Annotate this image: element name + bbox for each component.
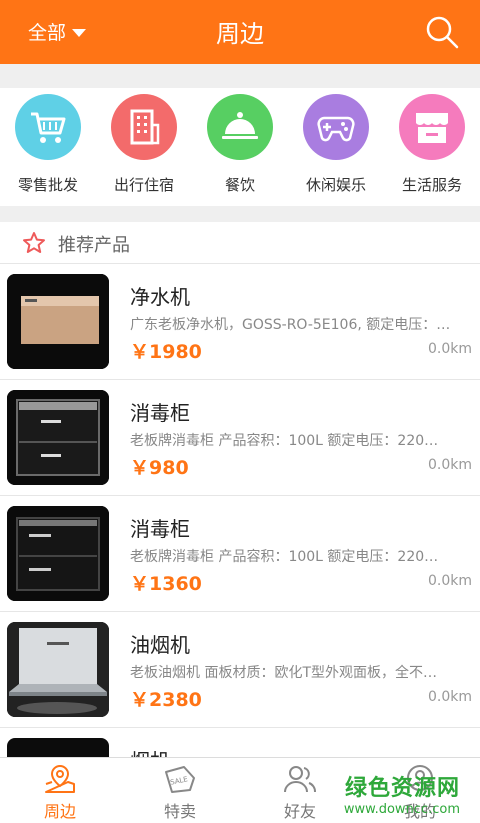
tab-sale[interactable]: SALE 特卖 <box>120 758 240 823</box>
product-list: 净水机 广东老板净水机，GOSS-RO-5E106, 额定电压：… ￥1980 … <box>0 264 480 757</box>
product-image-range-hood <box>7 622 109 717</box>
product-image-disinfection-cabinet <box>7 390 109 485</box>
product-name: 净水机 <box>130 285 190 309</box>
product-name: 消毒柜 <box>130 517 190 541</box>
tab-label: 周边 <box>43 802 76 821</box>
category-label: 零售批发 <box>17 176 78 194</box>
section-title: 推荐产品 <box>58 235 130 256</box>
product-item[interactable]: 消毒柜 老板牌消毒柜 产品容积：100L 额定电压：220… ￥1360 0.0… <box>0 496 480 612</box>
star-icon <box>23 232 45 253</box>
category-label: 生活服务 <box>401 176 462 194</box>
shopping-cart-icon <box>15 94 81 160</box>
friends-icon <box>284 766 316 793</box>
gamepad-icon <box>303 94 369 160</box>
tab-friends[interactable]: 好友 <box>240 758 360 823</box>
store-icon <box>399 94 465 160</box>
map-pin-icon <box>45 764 75 793</box>
top-bar: 全部 周边 <box>0 0 480 64</box>
product-item[interactable]: 烟机 <box>0 728 480 757</box>
hotel-building-icon <box>111 94 177 160</box>
svg-text:SALE: SALE <box>170 775 189 787</box>
category-leisure[interactable]: 休闲娱乐 <box>288 94 384 195</box>
sale-tag-icon: SALE <box>165 766 195 793</box>
product-price: ￥1980 <box>130 341 202 363</box>
product-name: 油烟机 <box>130 633 190 657</box>
category-travel-lodging[interactable]: 出行住宿 <box>96 94 192 195</box>
product-price: ￥2380 <box>130 689 202 711</box>
product-image-water-purifier <box>7 274 109 369</box>
category-label: 餐饮 <box>224 176 255 194</box>
product-description: 广东老板净水机，GOSS-RO-5E106, 额定电压：… <box>130 317 451 333</box>
product-description: 老板油烟机 面板材质：欧化T型外观面板，全不… <box>130 665 438 681</box>
product-item[interactable]: 消毒柜 老板牌消毒柜 产品容积：100L 额定电压：220… ￥980 0.0k… <box>0 380 480 496</box>
product-distance: 0.0km <box>427 457 472 473</box>
category-bar: 零售批发 出行住宿 餐饮 休闲娱乐 生活服务 <box>0 88 480 206</box>
watermark-url: www.downcc.com <box>343 802 460 817</box>
product-price: ￥1360 <box>130 573 202 595</box>
product-distance: 0.0km <box>427 341 472 357</box>
product-item[interactable]: 净水机 广东老板净水机，GOSS-RO-5E106, 额定电压：… ￥1980 … <box>0 264 480 380</box>
tab-nearby[interactable]: 周边 <box>0 758 120 823</box>
product-image-range-hood <box>7 738 109 757</box>
site-watermark: 绿色资源网 www.downcc.com <box>344 770 460 817</box>
product-distance: 0.0km <box>427 689 472 705</box>
product-price: ￥980 <box>130 457 189 479</box>
category-label: 休闲娱乐 <box>305 176 366 194</box>
product-name: 消毒柜 <box>130 401 190 425</box>
tab-label: 特卖 <box>163 802 196 821</box>
product-image-disinfection-cabinet <box>7 506 109 601</box>
watermark-text: 绿色资源网 <box>344 776 460 801</box>
tab-label: 好友 <box>283 802 316 821</box>
category-retail[interactable]: 零售批发 <box>0 94 96 195</box>
category-life-services[interactable]: 生活服务 <box>384 94 480 195</box>
product-name: 烟机 <box>130 745 170 757</box>
product-item[interactable]: 油烟机 老板油烟机 面板材质：欧化T型外观面板，全不… ￥2380 0.0km <box>0 612 480 728</box>
category-label: 出行住宿 <box>113 176 174 194</box>
product-distance: 0.0km <box>427 573 472 589</box>
category-dining[interactable]: 餐饮 <box>192 94 288 195</box>
search-icon[interactable] <box>424 14 460 50</box>
food-cloche-icon <box>207 94 273 160</box>
product-description: 老板牌消毒柜 产品容积：100L 额定电压：220… <box>130 433 439 449</box>
recommended-section-header: 推荐产品 <box>0 222 480 264</box>
product-description: 老板牌消毒柜 产品容积：100L 额定电压：220… <box>130 549 439 565</box>
page-title: 周边 <box>216 20 264 48</box>
